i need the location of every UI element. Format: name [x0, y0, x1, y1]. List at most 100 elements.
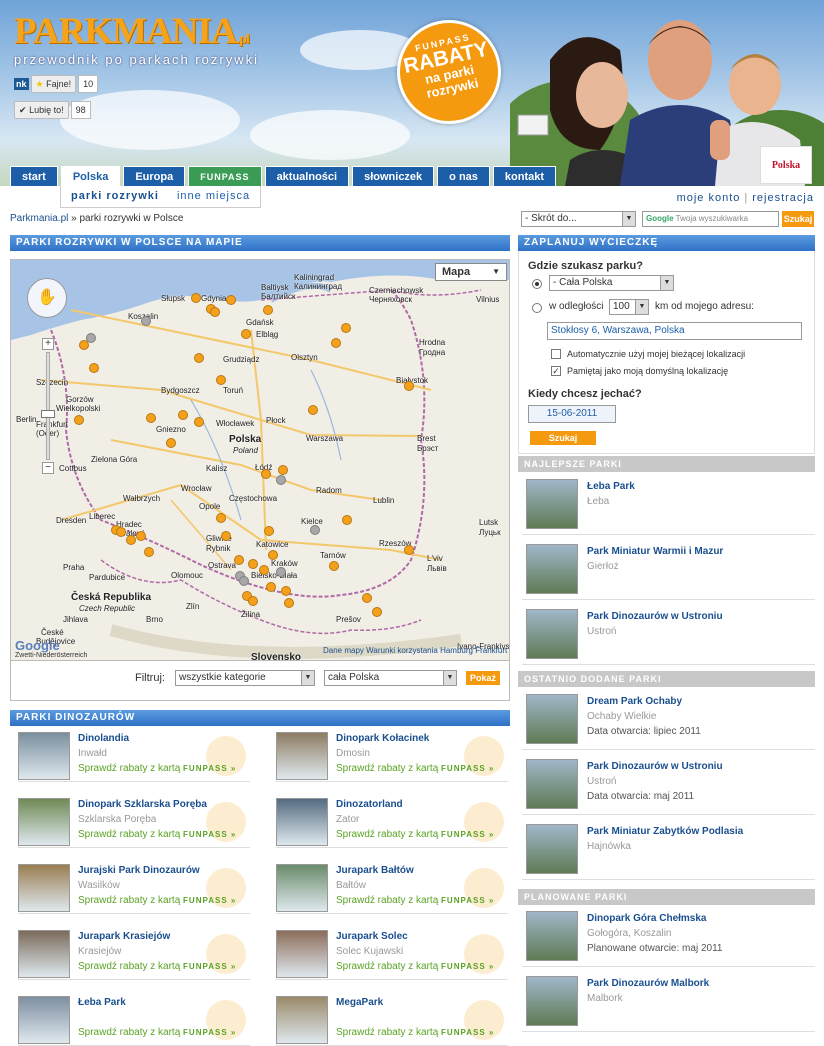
- skrot-select[interactable]: - Skrót do... ▼: [521, 211, 636, 227]
- planned-park-marker[interactable]: [276, 567, 286, 577]
- park-marker[interactable]: [284, 598, 294, 608]
- park-map[interactable]: Kaliningrad Калининград Baltiysk Балтийск Cz…: [10, 259, 510, 661]
- park-marker[interactable]: [372, 607, 382, 617]
- park-name-link[interactable]: Dinozatorland: [336, 799, 403, 810]
- park-thumbnail[interactable]: [276, 798, 328, 846]
- park-marker[interactable]: [216, 513, 226, 523]
- park-marker[interactable]: [248, 559, 258, 569]
- funpass-rabat-link[interactable]: Sprawdź rabaty z kartą FUNPASS »: [78, 829, 236, 840]
- park-marker[interactable]: [136, 531, 146, 541]
- planned-park-marker[interactable]: [86, 333, 96, 343]
- address-input[interactable]: Stokłosy 6, Warszawa, Polska: [547, 322, 802, 340]
- tab-kontakt[interactable]: kontakt: [492, 166, 557, 186]
- park-name-link[interactable]: Park Miniatur Zabytków Podlasia: [587, 826, 743, 837]
- park-name-link[interactable]: Łeba Park: [78, 997, 126, 1008]
- park-marker[interactable]: [234, 555, 244, 565]
- zoom-in-button[interactable]: +: [42, 338, 54, 350]
- park-marker[interactable]: [248, 596, 258, 606]
- park-marker[interactable]: [308, 405, 318, 415]
- park-thumbnail[interactable]: [276, 732, 328, 780]
- tab-funpass[interactable]: FUNPASS: [188, 166, 262, 186]
- radio-distance[interactable]: [532, 303, 542, 313]
- funpass-rabat-link[interactable]: Sprawdź rabaty z kartą FUNPASS »: [78, 763, 236, 774]
- park-thumbnail[interactable]: [276, 930, 328, 978]
- show-button[interactable]: Pokaż: [466, 671, 500, 685]
- auto-location-checkbox[interactable]: [551, 349, 561, 359]
- nk-like-widget[interactable]: nk ★ Fajne! 10: [14, 75, 99, 93]
- park-marker[interactable]: [329, 561, 339, 571]
- park-marker[interactable]: [263, 305, 273, 315]
- park-marker[interactable]: [266, 582, 276, 592]
- park-marker[interactable]: [341, 323, 351, 333]
- park-name-link[interactable]: Dinolandia: [78, 733, 129, 744]
- planned-park-marker[interactable]: [239, 576, 249, 586]
- park-marker[interactable]: [194, 417, 204, 427]
- park-name-link[interactable]: Park Dinozaurów Malbork: [587, 978, 709, 989]
- map-type-select[interactable]: Mapa ▼: [435, 263, 507, 281]
- fb-like-widget[interactable]: ✔ Lubię to! 98: [14, 101, 91, 119]
- zoom-out-button[interactable]: −: [42, 462, 54, 474]
- park-marker[interactable]: [194, 353, 204, 363]
- park-marker[interactable]: [210, 307, 220, 317]
- funpass-rabat-link[interactable]: Sprawdź rabaty z kartą FUNPASS »: [336, 895, 494, 906]
- plan-search-button[interactable]: Szukaj: [530, 431, 596, 445]
- region-select[interactable]: cała Polska ▼: [324, 670, 457, 686]
- zoom-slider-handle[interactable]: [41, 410, 55, 418]
- park-marker[interactable]: [241, 329, 251, 339]
- funpass-rabat-link[interactable]: Sprawdź rabaty z kartą FUNPASS »: [336, 829, 494, 840]
- park-marker[interactable]: [362, 593, 372, 603]
- tab-aktualnosci[interactable]: aktualności: [264, 166, 350, 186]
- funpass-rabat-link[interactable]: Sprawdź rabaty z kartą FUNPASS »: [78, 1027, 236, 1038]
- park-marker[interactable]: [259, 565, 269, 575]
- park-name-link[interactable]: Dinopark Kołacinek: [336, 733, 429, 744]
- park-marker[interactable]: [264, 526, 274, 536]
- search-button[interactable]: Szukaj: [782, 211, 814, 227]
- park-marker[interactable]: [74, 415, 84, 425]
- park-name-link[interactable]: Jurajski Park Dinozaurów: [78, 865, 200, 876]
- park-thumbnail[interactable]: [526, 479, 578, 529]
- park-name-link[interactable]: Dinopark Szklarska Poręba: [78, 799, 207, 810]
- map-pan-control[interactable]: ✋: [27, 278, 67, 318]
- park-thumbnail[interactable]: [526, 976, 578, 1026]
- park-marker[interactable]: [89, 363, 99, 373]
- park-marker[interactable]: [226, 295, 236, 305]
- park-thumbnail[interactable]: [18, 732, 70, 780]
- park-marker[interactable]: [144, 547, 154, 557]
- park-marker[interactable]: [216, 375, 226, 385]
- park-thumbnail[interactable]: [526, 759, 578, 809]
- planned-park-marker[interactable]: [276, 475, 286, 485]
- planned-park-marker[interactable]: [310, 525, 320, 535]
- park-marker[interactable]: [404, 381, 414, 391]
- park-thumbnail[interactable]: [276, 864, 328, 912]
- moje-konto-link[interactable]: moje konto: [677, 192, 741, 204]
- park-name-link[interactable]: Dream Park Ochaby: [587, 696, 682, 707]
- park-thumbnail[interactable]: [526, 544, 578, 594]
- park-marker[interactable]: [116, 527, 126, 537]
- park-marker[interactable]: [268, 550, 278, 560]
- park-thumbnail[interactable]: [18, 798, 70, 846]
- category-select[interactable]: wszystkie kategorie ▼: [175, 670, 315, 686]
- zoom-slider-track[interactable]: [46, 352, 50, 460]
- park-thumbnail[interactable]: [526, 694, 578, 744]
- park-name-link[interactable]: Park Dinozaurów w Ustroniu: [587, 761, 723, 772]
- park-name-link[interactable]: MegaPark: [336, 997, 383, 1008]
- funpass-badge[interactable]: FUNPASS RABATY na parki rozrywki: [387, 10, 511, 134]
- subnav-inne-miejsca[interactable]: inne miejsca: [177, 186, 250, 207]
- tab-start[interactable]: start: [10, 166, 58, 186]
- park-marker[interactable]: [221, 531, 231, 541]
- remember-location-checkbox[interactable]: ✓: [551, 366, 561, 376]
- site-logo[interactable]: PARKMANIA.pl: [14, 10, 250, 53]
- park-marker[interactable]: [178, 410, 188, 420]
- polska-logo[interactable]: Polska: [760, 146, 812, 184]
- km-select[interactable]: 100 ▼: [609, 299, 649, 315]
- park-marker[interactable]: [342, 515, 352, 525]
- park-thumbnail[interactable]: [18, 864, 70, 912]
- park-name-link[interactable]: Park Miniatur Warmii i Mazur: [587, 546, 723, 557]
- park-marker[interactable]: [166, 438, 176, 448]
- park-marker[interactable]: [261, 469, 271, 479]
- park-marker[interactable]: [278, 465, 288, 475]
- search-input[interactable]: Google Twoja wyszukiwarka: [642, 211, 779, 227]
- tab-o-nas[interactable]: o nas: [437, 166, 490, 186]
- park-name-link[interactable]: Jurapark Krasiejów: [78, 931, 170, 942]
- funpass-rabat-link[interactable]: Sprawdź rabaty z kartą FUNPASS »: [78, 961, 236, 972]
